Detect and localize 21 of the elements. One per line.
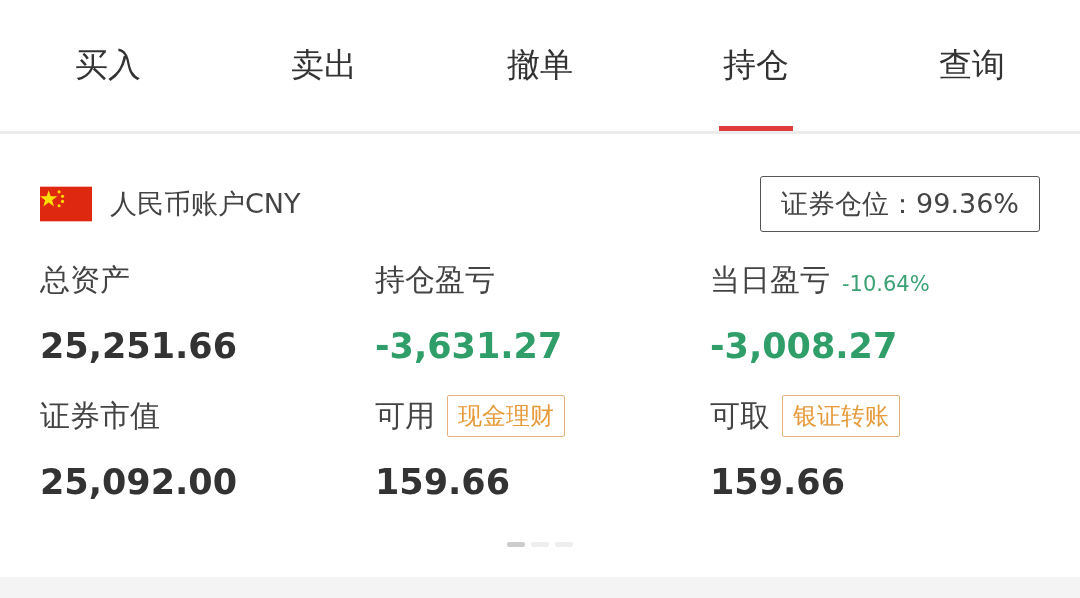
metric-value: 159.66 <box>375 462 512 502</box>
tab[interactable]: 持仓 <box>648 0 864 131</box>
metric-label: 可取 <box>710 396 770 435</box>
metric-value: -3,008.27 <box>710 326 899 366</box>
position-badge: 证券仓位：99.36% <box>760 176 1040 232</box>
metric-label: 持仓盈亏 <box>375 260 495 299</box>
metric-label: 证券市值 <box>40 396 160 435</box>
metric-value: 159.66 <box>710 462 847 502</box>
tab[interactable]: 卖出 <box>216 0 432 131</box>
tab[interactable]: 买入 <box>0 0 216 131</box>
account-name: 人民币账户CNY <box>110 187 302 221</box>
metric-value: 25,092.00 <box>40 462 239 502</box>
metric-value: -3,631.27 <box>375 326 564 366</box>
tab[interactable]: 撤单 <box>432 0 648 131</box>
metric-value: 25,251.66 <box>40 326 239 366</box>
metric-label: 可用 <box>375 396 435 435</box>
flag-icon <box>40 186 92 222</box>
metric-label: 总资产 <box>40 260 130 299</box>
tab[interactable]: 查询 <box>864 0 1080 131</box>
metric-label: 当日盈亏 <box>710 260 830 299</box>
change-percent: -10.64% <box>842 272 930 296</box>
